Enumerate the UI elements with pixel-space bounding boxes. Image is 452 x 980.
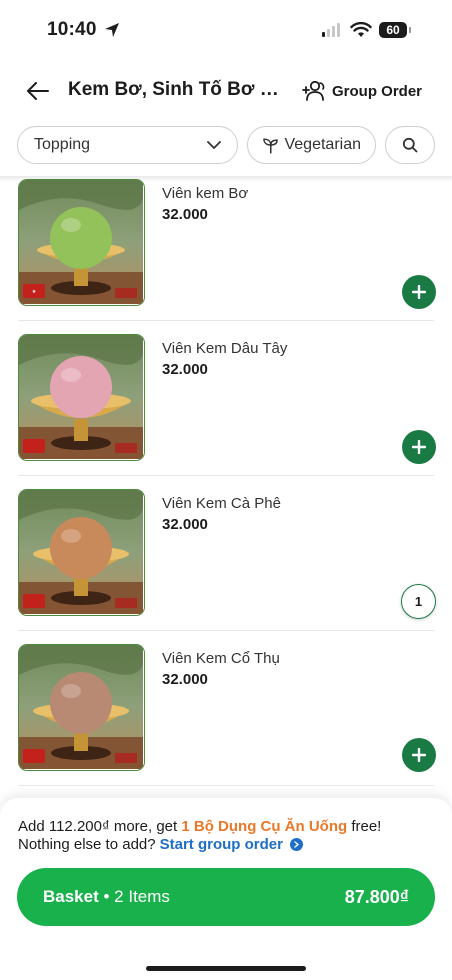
- basket-label: Basket: [43, 887, 99, 906]
- item-price: 32.000: [162, 516, 208, 533]
- battery-icon: 60: [379, 22, 411, 38]
- search-icon: [402, 137, 418, 153]
- status-bar: 10:40 60: [0, 0, 452, 60]
- promo-message: Add 112.200₫ more, get 1 Bộ Dụng Cụ Ăn U…: [18, 818, 381, 835]
- status-time: 10:40: [47, 19, 97, 40]
- group-order-prompt: Nothing else to add? Start group order: [18, 836, 303, 853]
- promo-prefix: Add 112.200₫ more, get: [18, 818, 182, 835]
- item-name: Viên Kem Cổ Thụ: [162, 650, 280, 667]
- menu-item[interactable]: Viên Kem Cà Phê 32.000 1: [0, 475, 452, 630]
- basket-item-count: 2 Items: [114, 887, 170, 906]
- back-arrow-icon: [27, 82, 49, 100]
- menu-item[interactable]: Viên Kem Cổ Thụ 32.000: [0, 630, 452, 785]
- product-image: [18, 489, 145, 616]
- product-image: [18, 334, 145, 461]
- item-name: Viên kem Bơ: [162, 185, 249, 202]
- basket-total: 87.800₫: [344, 886, 409, 907]
- add-item-button[interactable]: [402, 275, 436, 309]
- plus-icon: [412, 440, 426, 454]
- home-indicator: [146, 966, 306, 971]
- topping-dropdown[interactable]: Topping: [17, 126, 238, 164]
- chevron-down-icon: [207, 140, 221, 149]
- add-item-button[interactable]: [402, 738, 436, 772]
- product-image: [18, 644, 145, 771]
- product-image: ★: [18, 179, 145, 306]
- filter-bar: Topping Vegetarian: [0, 126, 452, 166]
- vegetarian-filter-label: Vegetarian: [284, 136, 361, 153]
- group-order-button[interactable]: Group Order: [300, 76, 422, 106]
- plus-icon: [412, 285, 426, 299]
- item-price: 32.000: [162, 361, 208, 378]
- divider: [18, 785, 434, 786]
- wifi-icon: [350, 22, 372, 37]
- item-name: Viên Kem Dâu Tây: [162, 340, 288, 357]
- vegetarian-filter-chip[interactable]: Vegetarian: [247, 126, 376, 164]
- back-button[interactable]: [24, 78, 52, 104]
- promo-suffix: free!: [347, 818, 382, 835]
- start-group-order-link[interactable]: Start group order: [160, 836, 283, 853]
- location-arrow-icon: [105, 23, 119, 37]
- add-item-button[interactable]: [402, 430, 436, 464]
- group-order-prompt-text: Nothing else to add?: [18, 836, 156, 853]
- svg-text:★: ★: [32, 289, 37, 295]
- promo-highlight: 1 Bộ Dụng Cụ Ăn Uống: [181, 818, 348, 835]
- basket-summary: Basket • 2 Items: [43, 887, 170, 907]
- item-price: 32.000: [162, 671, 208, 688]
- item-price: 32.000: [162, 206, 208, 223]
- group-add-icon: [302, 80, 325, 101]
- page-title: Kem Bơ, Sinh Tố Bơ H...: [68, 79, 283, 100]
- cellular-signal-icon: [322, 23, 340, 37]
- menu-item[interactable]: Viên Kem Dâu Tây 32.000: [0, 320, 452, 475]
- store-header: Kem Bơ, Sinh Tố Bơ H... Group Order: [0, 68, 452, 114]
- item-quantity-badge[interactable]: 1: [401, 584, 436, 619]
- group-order-label: Group Order: [332, 82, 423, 100]
- plus-icon: [412, 748, 426, 762]
- item-name: Viên Kem Cà Phê: [162, 495, 281, 512]
- view-basket-button[interactable]: Basket • 2 Items 87.800₫: [17, 868, 435, 926]
- battery-level: 60: [386, 23, 400, 37]
- chevron-right-circle-icon[interactable]: [289, 838, 303, 851]
- search-button[interactable]: [385, 126, 435, 164]
- basket-separator: •: [98, 887, 115, 906]
- basket-sheet: Add 112.200₫ more, get 1 Bộ Dụng Cụ Ăn U…: [0, 798, 452, 980]
- menu-item[interactable]: ★ Viên kem Bơ 32.000: [0, 165, 452, 320]
- leaf-sprout-icon: [263, 138, 278, 154]
- topping-dropdown-label: Topping: [34, 136, 91, 153]
